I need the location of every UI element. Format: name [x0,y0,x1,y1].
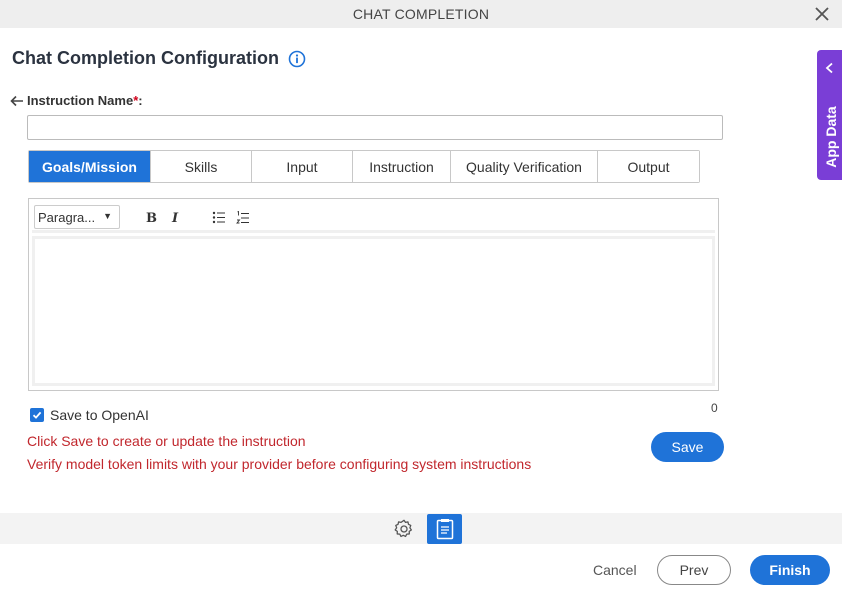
bullet-list-icon[interactable] [212,211,226,224]
character-count: 0 [711,401,718,415]
chevron-left-icon [825,62,833,74]
tab-quality-verification[interactable]: Quality Verification [451,151,598,182]
back-arrow-icon[interactable] [9,94,25,108]
info-icon[interactable] [288,50,306,68]
instruction-name-input[interactable] [27,115,723,140]
tab-skills[interactable]: Skills [151,151,252,182]
save-hint-message: Click Save to create or update the instr… [27,433,306,449]
dropdown-caret-icon: ▼ [103,211,112,221]
tab-input[interactable]: Input [252,151,353,182]
italic-button[interactable]: I [172,211,178,226]
instruction-name-label: Instruction Name*: [27,93,143,108]
gear-icon[interactable] [393,518,415,540]
tab-goals-mission[interactable]: Goals/Mission [29,151,151,182]
prev-button[interactable]: Prev [657,555,731,585]
editor-toolbar: Paragra... ▼ B I [32,202,715,233]
editor-content-area[interactable] [32,236,715,386]
save-to-openai-label: Save to OpenAI [50,407,149,423]
app-data-panel-toggle[interactable]: App Data [817,50,842,180]
app-data-label: App Data [823,106,839,168]
title-bar: CHAT COMPLETION [0,0,842,28]
save-to-openai-row: Save to OpenAI [30,407,149,423]
document-button[interactable] [427,514,462,544]
paragraph-format-select[interactable]: Paragra... ▼ [34,205,120,229]
bottom-toolbar [0,513,842,544]
numbered-list-icon[interactable] [236,211,250,225]
bold-button[interactable]: B [146,211,157,226]
rich-text-editor: Paragra... ▼ B I [28,198,719,391]
cancel-button[interactable]: Cancel [593,562,637,578]
tab-instruction[interactable]: Instruction [353,151,451,182]
instruction-tabs: Goals/Mission Skills Input Instruction Q… [28,150,700,183]
checkmark-icon [32,411,42,419]
window-title: CHAT COMPLETION [352,6,490,22]
page-title: Chat Completion Configuration [12,48,279,68]
save-button[interactable]: Save [651,432,724,462]
token-limit-warning: Verify model token limits with your prov… [27,456,532,472]
document-icon [436,519,453,540]
save-to-openai-checkbox[interactable] [30,408,44,422]
tab-output[interactable]: Output [598,151,699,182]
close-icon[interactable] [812,4,832,24]
finish-button[interactable]: Finish [750,555,830,585]
page-heading: Chat Completion Configuration [12,48,306,69]
